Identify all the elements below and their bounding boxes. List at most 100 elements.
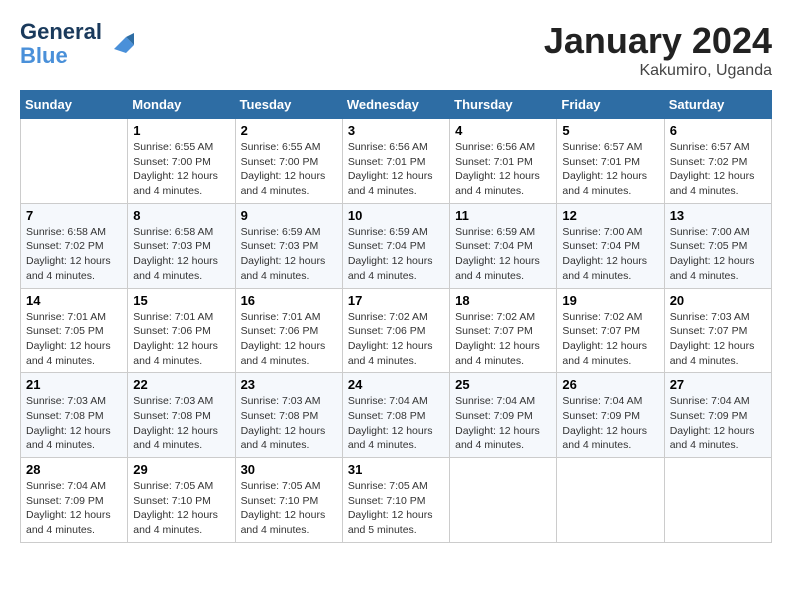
calendar-table: SundayMondayTuesdayWednesdayThursdayFrid… [20, 90, 772, 543]
calendar-cell: 27 Sunrise: 7:04 AMSunset: 7:09 PMDayligh… [664, 373, 771, 458]
day-number: 25 [455, 377, 551, 392]
day-number: 7 [26, 208, 122, 223]
day-info: Sunrise: 7:03 AMSunset: 7:08 PMDaylight:… [133, 394, 229, 453]
day-info: Sunrise: 7:03 AMSunset: 7:08 PMDaylight:… [26, 394, 122, 453]
day-number: 11 [455, 208, 551, 223]
calendar-cell: 4 Sunrise: 6:56 AMSunset: 7:01 PMDaylight… [450, 119, 557, 204]
day-info: Sunrise: 7:00 AMSunset: 7:04 PMDaylight:… [562, 225, 658, 284]
calendar-cell: 12Sunrise: 7:00 AMSunset: 7:04 PMDayligh… [557, 203, 664, 288]
col-header-saturday: Saturday [664, 91, 771, 119]
day-info: Sunrise: 7:05 AMSunset: 7:10 PMDaylight:… [241, 479, 337, 538]
day-number: 10 [348, 208, 444, 223]
calendar-cell: 31Sunrise: 7:05 AMSunset: 7:10 PMDayligh… [342, 458, 449, 543]
calendar-cell: 23 Sunrise: 7:03 AMSunset: 7:08 PMDayligh… [235, 373, 342, 458]
day-number: 13 [670, 208, 766, 223]
calendar-cell: 5 Sunrise: 6:57 AMSunset: 7:01 PMDaylight… [557, 119, 664, 204]
calendar-week-1: 1 Sunrise: 6:55 AMSunset: 7:00 PMDaylight… [21, 119, 772, 204]
month-title: January 2024 [544, 20, 772, 62]
day-number: 22 [133, 377, 229, 392]
day-info: Sunrise: 6:57 AMSunset: 7:02 PMDaylight:… [670, 140, 766, 199]
calendar-week-2: 7 Sunrise: 6:58 AMSunset: 7:02 PMDaylight… [21, 203, 772, 288]
calendar-cell: 28 Sunrise: 7:04 AMSunset: 7:09 PMDayligh… [21, 458, 128, 543]
day-number: 5 [562, 123, 658, 138]
day-info: Sunrise: 6:59 AMSunset: 7:04 PMDaylight:… [455, 225, 551, 284]
day-info: Sunrise: 6:55 AMSunset: 7:00 PMDaylight:… [133, 140, 229, 199]
calendar-cell: 10Sunrise: 6:59 AMSunset: 7:04 PMDayligh… [342, 203, 449, 288]
calendar-cell: 21 Sunrise: 7:03 AMSunset: 7:08 PMDayligh… [21, 373, 128, 458]
calendar-cell [21, 119, 128, 204]
day-info: Sunrise: 7:02 AMSunset: 7:07 PMDaylight:… [455, 310, 551, 369]
day-info: Sunrise: 7:04 AMSunset: 7:09 PMDaylight:… [26, 479, 122, 538]
calendar-cell: 17Sunrise: 7:02 AMSunset: 7:06 PMDayligh… [342, 288, 449, 373]
day-info: Sunrise: 6:58 AMSunset: 7:03 PMDaylight:… [133, 225, 229, 284]
calendar-cell: 3 Sunrise: 6:56 AMSunset: 7:01 PMDaylight… [342, 119, 449, 204]
calendar-header-row: SundayMondayTuesdayWednesdayThursdayFrid… [21, 91, 772, 119]
logo-icon [106, 29, 136, 59]
day-info: Sunrise: 7:04 AMSunset: 7:09 PMDaylight:… [562, 394, 658, 453]
logo-text: GeneralBlue [20, 20, 102, 68]
title-block: January 2024 Kakumiro, Uganda [544, 20, 772, 80]
calendar-cell: 16Sunrise: 7:01 AMSunset: 7:06 PMDayligh… [235, 288, 342, 373]
calendar-cell [557, 458, 664, 543]
day-number: 4 [455, 123, 551, 138]
day-info: Sunrise: 6:55 AMSunset: 7:00 PMDaylight:… [241, 140, 337, 199]
day-number: 1 [133, 123, 229, 138]
calendar-cell: 13 Sunrise: 7:00 AMSunset: 7:05 PMDayligh… [664, 203, 771, 288]
day-number: 6 [670, 123, 766, 138]
day-info: Sunrise: 7:01 AMSunset: 7:06 PMDaylight:… [133, 310, 229, 369]
day-number: 14 [26, 293, 122, 308]
day-info: Sunrise: 7:03 AMSunset: 7:08 PMDaylight:… [241, 394, 337, 453]
day-info: Sunrise: 6:57 AMSunset: 7:01 PMDaylight:… [562, 140, 658, 199]
day-number: 23 [241, 377, 337, 392]
day-number: 30 [241, 462, 337, 477]
day-number: 20 [670, 293, 766, 308]
day-info: Sunrise: 7:04 AMSunset: 7:09 PMDaylight:… [670, 394, 766, 453]
calendar-cell: 26 Sunrise: 7:04 AMSunset: 7:09 PMDayligh… [557, 373, 664, 458]
col-header-sunday: Sunday [21, 91, 128, 119]
logo-blue: Blue [20, 43, 68, 68]
day-number: 21 [26, 377, 122, 392]
day-info: Sunrise: 7:05 AMSunset: 7:10 PMDaylight:… [133, 479, 229, 538]
day-info: Sunrise: 7:03 AMSunset: 7:07 PMDaylight:… [670, 310, 766, 369]
day-info: Sunrise: 6:56 AMSunset: 7:01 PMDaylight:… [348, 140, 444, 199]
col-header-thursday: Thursday [450, 91, 557, 119]
day-info: Sunrise: 6:56 AMSunset: 7:01 PMDaylight:… [455, 140, 551, 199]
day-number: 27 [670, 377, 766, 392]
day-number: 9 [241, 208, 337, 223]
day-number: 24 [348, 377, 444, 392]
calendar-cell: 30 Sunrise: 7:05 AMSunset: 7:10 PMDayligh… [235, 458, 342, 543]
calendar-cell: 2 Sunrise: 6:55 AMSunset: 7:00 PMDaylight… [235, 119, 342, 204]
day-number: 2 [241, 123, 337, 138]
day-number: 31 [348, 462, 444, 477]
page-header: GeneralBlue January 2024 Kakumiro, Ugand… [20, 20, 772, 80]
day-info: Sunrise: 6:58 AMSunset: 7:02 PMDaylight:… [26, 225, 122, 284]
col-header-tuesday: Tuesday [235, 91, 342, 119]
day-number: 28 [26, 462, 122, 477]
calendar-cell: 24 Sunrise: 7:04 AMSunset: 7:08 PMDayligh… [342, 373, 449, 458]
calendar-cell: 19Sunrise: 7:02 AMSunset: 7:07 PMDayligh… [557, 288, 664, 373]
day-info: Sunrise: 7:02 AMSunset: 7:06 PMDaylight:… [348, 310, 444, 369]
day-number: 26 [562, 377, 658, 392]
col-header-wednesday: Wednesday [342, 91, 449, 119]
day-number: 16 [241, 293, 337, 308]
location: Kakumiro, Uganda [544, 62, 772, 80]
calendar-cell: 25Sunrise: 7:04 AMSunset: 7:09 PMDayligh… [450, 373, 557, 458]
calendar-cell: 22 Sunrise: 7:03 AMSunset: 7:08 PMDayligh… [128, 373, 235, 458]
day-number: 18 [455, 293, 551, 308]
day-info: Sunrise: 7:00 AMSunset: 7:05 PMDaylight:… [670, 225, 766, 284]
day-info: Sunrise: 7:04 AMSunset: 7:08 PMDaylight:… [348, 394, 444, 453]
calendar-cell [664, 458, 771, 543]
calendar-cell: 6 Sunrise: 6:57 AMSunset: 7:02 PMDaylight… [664, 119, 771, 204]
col-header-monday: Monday [128, 91, 235, 119]
day-number: 19 [562, 293, 658, 308]
calendar-cell: 29Sunrise: 7:05 AMSunset: 7:10 PMDayligh… [128, 458, 235, 543]
calendar-week-4: 21 Sunrise: 7:03 AMSunset: 7:08 PMDayligh… [21, 373, 772, 458]
calendar-week-5: 28 Sunrise: 7:04 AMSunset: 7:09 PMDayligh… [21, 458, 772, 543]
calendar-cell: 14Sunrise: 7:01 AMSunset: 7:05 PMDayligh… [21, 288, 128, 373]
calendar-week-3: 14Sunrise: 7:01 AMSunset: 7:05 PMDayligh… [21, 288, 772, 373]
calendar-cell: 7 Sunrise: 6:58 AMSunset: 7:02 PMDaylight… [21, 203, 128, 288]
day-number: 8 [133, 208, 229, 223]
day-number: 3 [348, 123, 444, 138]
calendar-cell: 18 Sunrise: 7:02 AMSunset: 7:07 PMDayligh… [450, 288, 557, 373]
day-number: 15 [133, 293, 229, 308]
